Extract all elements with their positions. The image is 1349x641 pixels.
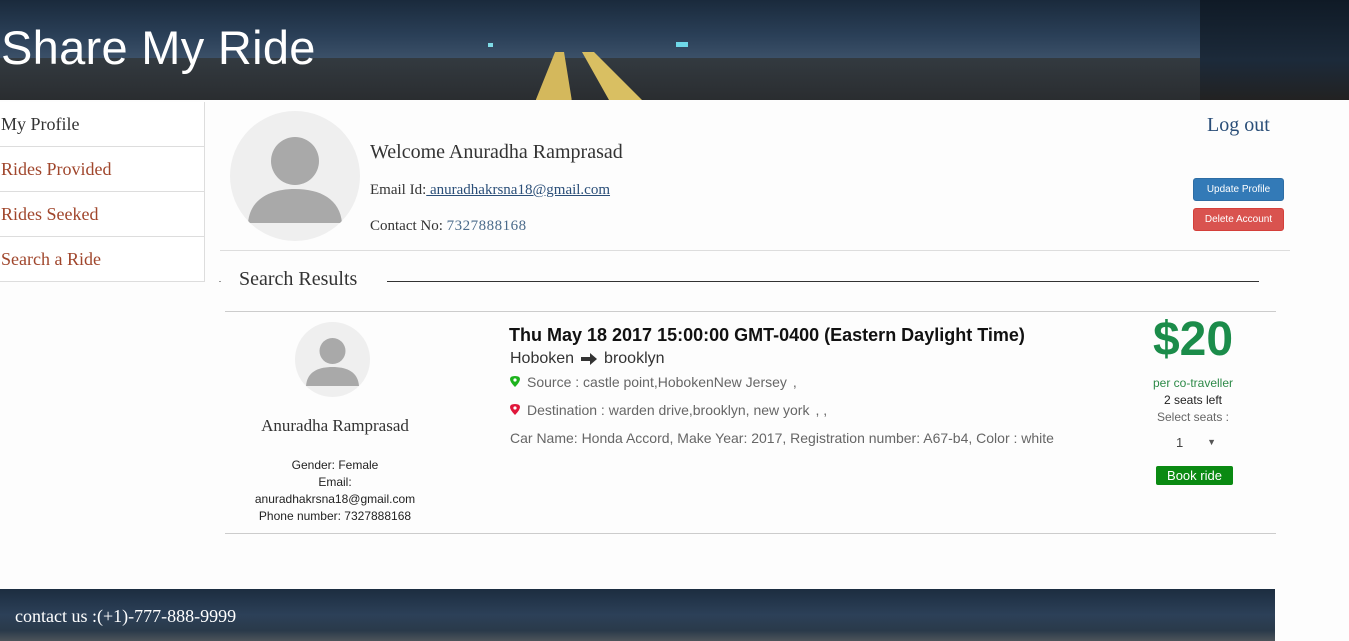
welcome-text: Welcome Anuradha Ramprasad bbox=[370, 141, 623, 163]
email-row: Email Id: anuradhakrsna18@gmail.com bbox=[370, 182, 610, 199]
seat-select-value: 1 bbox=[1176, 434, 1184, 450]
contact-label: Contact No: bbox=[370, 218, 443, 234]
driver-email: anuradhakrsna18@gmail.com bbox=[254, 492, 416, 506]
footer-edge bbox=[1275, 589, 1349, 641]
sidebar-item-rides-provided[interactable]: Rides Provided bbox=[0, 147, 205, 192]
source-suffix: , bbox=[792, 374, 797, 390]
divider bbox=[220, 250, 1290, 251]
header-banner: Share My Ride bbox=[0, 0, 1349, 100]
ride-price: $20 bbox=[1152, 313, 1234, 366]
sidebar-item-my-profile[interactable]: My Profile bbox=[0, 102, 205, 147]
divider bbox=[219, 281, 221, 282]
driver-avatar bbox=[295, 322, 370, 397]
arrow-right-icon bbox=[581, 353, 598, 365]
contact-value: 7327888168 bbox=[446, 218, 527, 234]
delete-account-button[interactable]: Delete Account bbox=[1193, 208, 1284, 231]
banner-light bbox=[676, 42, 688, 47]
route-to: brooklyn bbox=[604, 350, 665, 367]
sidebar-item-search-a-ride[interactable]: Search a Ride bbox=[0, 237, 205, 282]
source-text: Source : castle point,HobokenNew Jersey bbox=[527, 374, 787, 390]
driver-phone: Phone number: 7327888168 bbox=[258, 509, 412, 523]
ride-car-details: Car Name: Honda Accord, Make Year: 2017,… bbox=[510, 430, 1054, 446]
map-pin-green-icon bbox=[510, 376, 520, 387]
divider bbox=[225, 311, 1276, 312]
user-silhouette-icon bbox=[306, 338, 359, 386]
route-from: Hoboken bbox=[510, 350, 575, 367]
price-unit: per co-traveller bbox=[1152, 376, 1234, 390]
search-results-heading: Search Results bbox=[239, 268, 358, 290]
avatar bbox=[230, 111, 360, 241]
banner-edge bbox=[1200, 0, 1349, 100]
book-ride-button[interactable]: Book ride bbox=[1156, 466, 1233, 485]
chevron-down-icon: ▼ bbox=[1207, 437, 1216, 447]
map-pin-red-icon bbox=[510, 404, 520, 415]
contact-row: Contact No: 7327888168 bbox=[370, 218, 527, 235]
destination-suffix: , , bbox=[815, 402, 828, 418]
email-label: Email Id: bbox=[370, 182, 427, 198]
sidebar-item-rides-seeked[interactable]: Rides Seeked bbox=[0, 192, 205, 237]
destination-text: Destination : warden drive,brooklyn, new… bbox=[527, 402, 810, 418]
footer-contact: contact us :(+1)-777-888-9999 bbox=[15, 606, 237, 626]
user-silhouette-icon bbox=[248, 137, 342, 223]
driver-name: Anuradha Ramprasad bbox=[261, 416, 409, 435]
driver-email-label: Email: bbox=[318, 475, 352, 489]
select-seats-label: Select seats : bbox=[1156, 410, 1230, 424]
divider bbox=[387, 281, 1259, 282]
ride-route: Hoboken brooklyn bbox=[510, 350, 665, 368]
site-title[interactable]: Share My Ride bbox=[1, 20, 316, 75]
driver-gender: Gender: Female bbox=[291, 458, 379, 472]
footer: contact us :(+1)-777-888-9999 bbox=[0, 589, 1349, 641]
seats-left: 2 seats left bbox=[1163, 393, 1223, 407]
ride-destination: Destination : warden drive,brooklyn, new… bbox=[509, 402, 827, 418]
divider bbox=[225, 533, 1276, 534]
driver-info: Gender: Female Email: anuradhakrsna18@gm… bbox=[245, 457, 425, 525]
sidebar: My Profile Rides Provided Rides Seeked S… bbox=[0, 102, 205, 282]
update-profile-button[interactable]: Update Profile bbox=[1193, 178, 1284, 201]
ride-source: Source : castle point,HobokenNew Jersey, bbox=[509, 374, 797, 390]
banner-light bbox=[488, 43, 493, 47]
logout-link[interactable]: Log out bbox=[1207, 114, 1270, 137]
email-link[interactable]: anuradhakrsna18@gmail.com bbox=[426, 182, 610, 198]
ride-date: Thu May 18 2017 15:00:00 GMT-0400 (Easte… bbox=[509, 325, 1025, 345]
seat-select[interactable]: 1 ▼ bbox=[1176, 433, 1216, 451]
